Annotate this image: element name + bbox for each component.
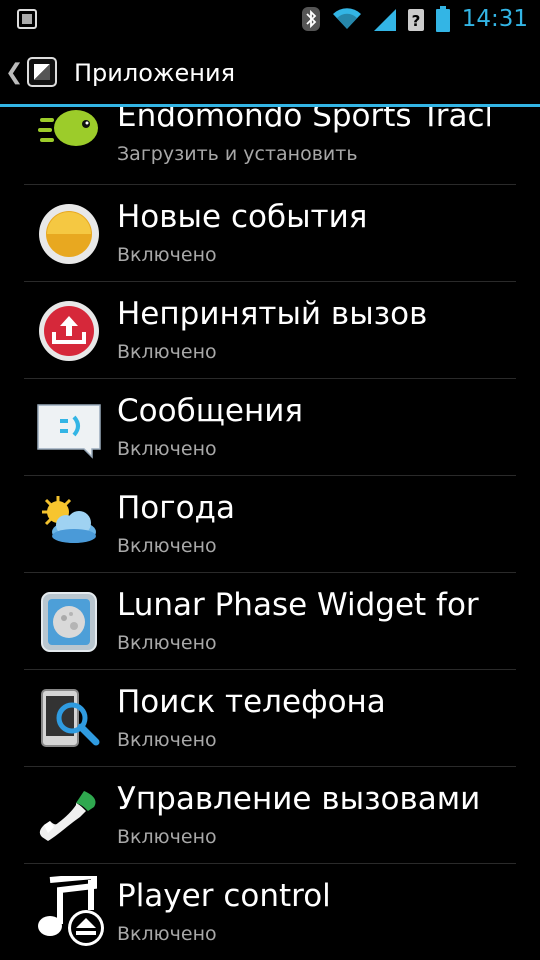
app-title: Lunar Phase Widget for S (117, 587, 490, 623)
missed-call-icon (36, 298, 102, 364)
messages-icon (36, 397, 102, 463)
endomondo-icon (36, 107, 102, 166)
unknown-sim-icon: ? (407, 7, 424, 31)
list-item-call-control[interactable]: Управление вызовами Включено (0, 767, 540, 864)
app-status: Загрузить и установить (117, 143, 358, 165)
battery-icon (435, 6, 450, 32)
list-item-find-phone[interactable]: Поиск телефона Включено (0, 670, 540, 767)
app-status: Включено (117, 438, 217, 460)
signal-icon (373, 7, 396, 31)
app-status: Включено (117, 341, 217, 363)
app-title: Поиск телефона (117, 684, 386, 720)
svg-text:?: ? (411, 12, 420, 30)
wifi-icon (332, 7, 362, 31)
list-item-endomondo[interactable]: Endomondo Sports Track Загрузить и устан… (0, 107, 540, 185)
action-bar: ❮ Приложения (0, 38, 540, 107)
call-control-icon (36, 783, 102, 849)
status-icons: ? 14:31 (301, 6, 528, 32)
status-bar: ? 14:31 (0, 0, 540, 38)
notification-icon (17, 9, 37, 29)
list-item-messages[interactable]: Сообщения Включено (0, 379, 540, 476)
app-status: Включено (117, 535, 217, 557)
player-control-icon (36, 872, 104, 946)
app-status: Включено (117, 244, 217, 266)
lunar-phase-icon (36, 589, 102, 655)
app-title: Погода (117, 490, 235, 526)
list-item-player-control[interactable]: Player control Включено (0, 864, 540, 960)
list-item-lunar-phase[interactable]: Lunar Phase Widget for S Включено (0, 573, 540, 670)
bluetooth-icon (301, 7, 320, 31)
app-status: Включено (117, 729, 217, 751)
page-title: Приложения (74, 59, 236, 87)
find-phone-icon (36, 686, 102, 752)
chevron-left-icon[interactable]: ❮ (5, 60, 23, 85)
app-title: Endomondo Sports Track (117, 107, 490, 134)
list-item-weather[interactable]: Погода Включено (0, 476, 540, 573)
new-events-icon (36, 201, 102, 267)
app-status: Включено (117, 826, 217, 848)
app-status: Включено (117, 923, 217, 945)
app-title: Player control (117, 878, 331, 914)
app-title: Непринятый вызов (117, 296, 428, 332)
settings-app-icon[interactable] (27, 57, 57, 87)
app-title: Новые события (117, 199, 368, 235)
app-status: Включено (117, 632, 217, 654)
app-list[interactable]: Endomondo Sports Track Загрузить и устан… (0, 107, 540, 960)
clock: 14:31 (461, 6, 528, 32)
list-item-new-events[interactable]: Новые события Включено (0, 185, 540, 282)
app-title: Сообщения (117, 393, 304, 429)
app-title: Управление вызовами (117, 781, 481, 817)
weather-icon (36, 492, 102, 558)
list-item-missed-call[interactable]: Непринятый вызов Включено (0, 282, 540, 379)
